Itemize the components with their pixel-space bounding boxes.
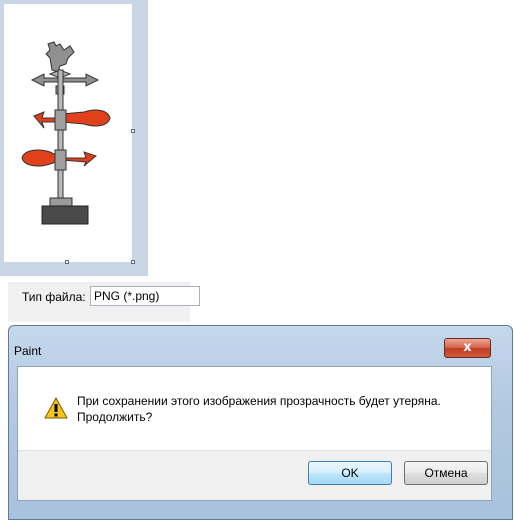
- resize-handle-corner[interactable]: [131, 260, 135, 264]
- close-button[interactable]: x: [444, 338, 491, 358]
- drawing-canvas[interactable]: [4, 4, 132, 262]
- dialog-message: При сохранении этого изображения прозрач…: [77, 393, 477, 425]
- weathervane-image: [21, 41, 111, 225]
- message-line-1: При сохранении этого изображения прозрач…: [77, 394, 441, 408]
- cancel-button[interactable]: Отмена: [404, 461, 488, 485]
- file-type-label: Тип файла:: [22, 290, 86, 304]
- message-line-2: Продолжить?: [77, 410, 153, 424]
- dialog-button-bar: OK Отмена: [18, 450, 491, 500]
- paint-dialog: Paint x При сохранении этого изображения…: [8, 325, 513, 520]
- ok-button[interactable]: OK: [308, 461, 392, 485]
- file-type-row: Тип файла: PNG (*.png): [8, 282, 200, 322]
- resize-handle-right[interactable]: [131, 129, 135, 133]
- dialog-title: Paint: [14, 344, 42, 358]
- paint-workspace: [0, 0, 148, 276]
- warning-icon: [44, 397, 68, 419]
- file-type-select[interactable]: PNG (*.png): [90, 286, 200, 306]
- dialog-body: При сохранении этого изображения прозрач…: [17, 366, 492, 501]
- resize-handle-bottom[interactable]: [65, 260, 69, 264]
